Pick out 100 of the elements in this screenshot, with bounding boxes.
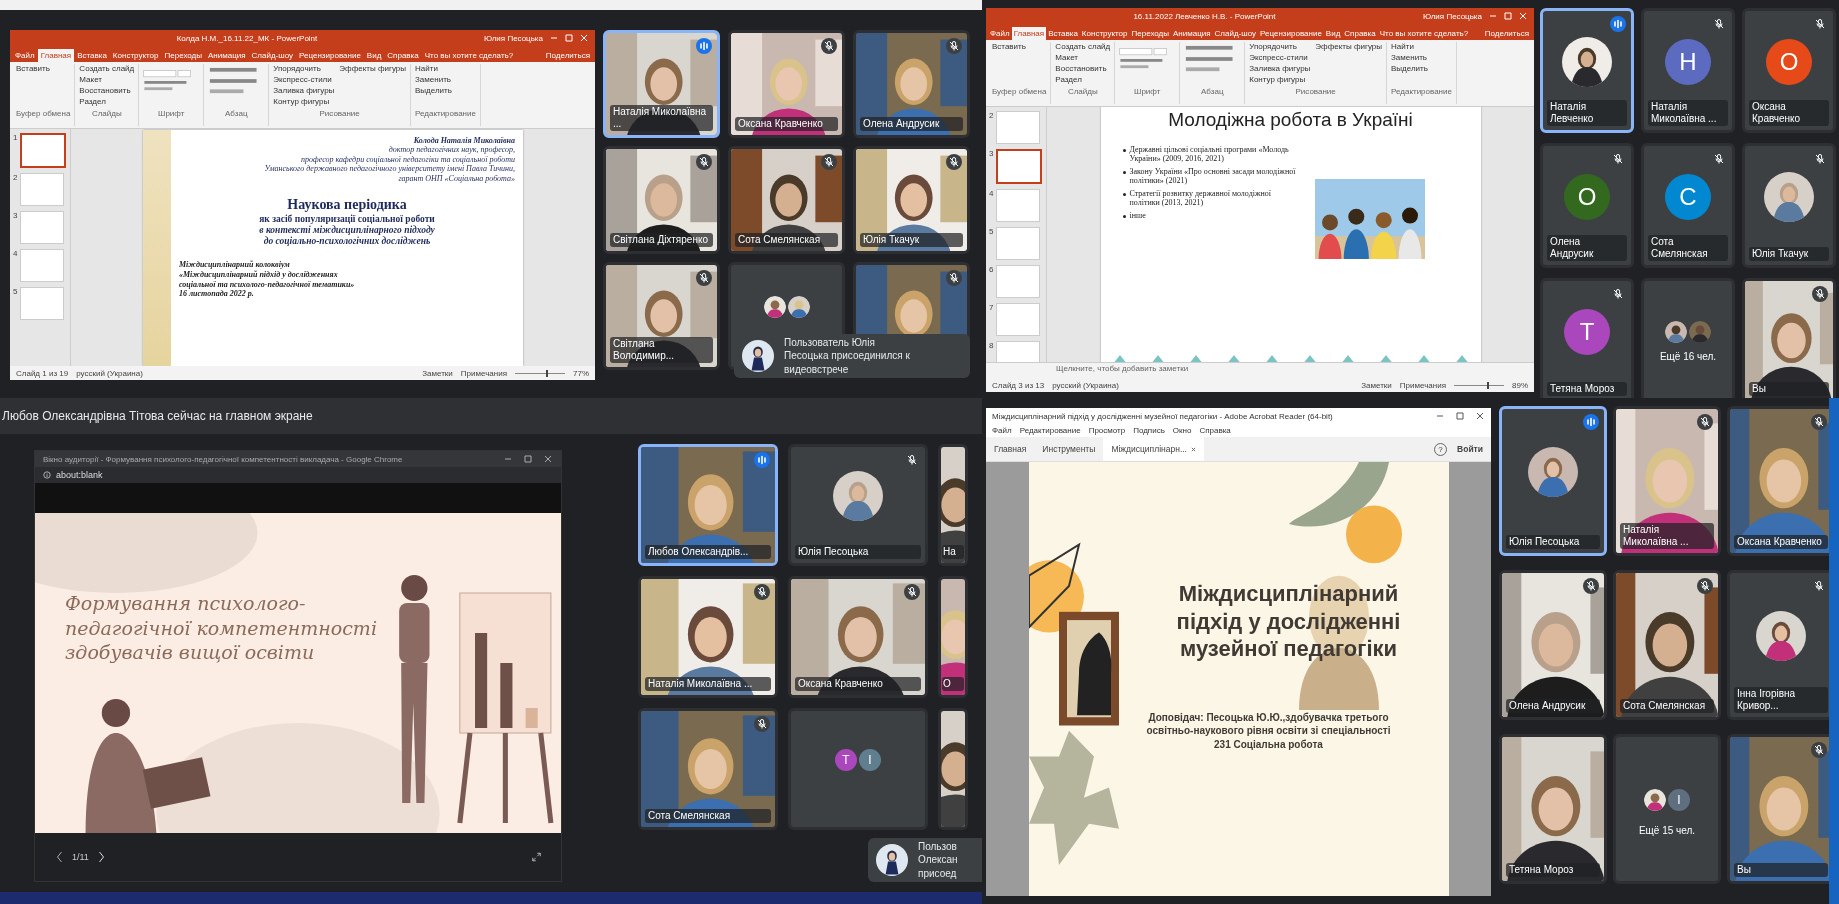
ribbon-button[interactable]: Экспресс-стили (1249, 53, 1311, 63)
participant-tile[interactable]: I Ещё 15 чел. (1613, 734, 1721, 884)
ribbon-button[interactable]: Макет (1055, 53, 1111, 63)
participant-tile[interactable]: Олена Андрусик (1499, 570, 1607, 720)
ribbon-button[interactable]: Восстановить (1055, 64, 1111, 74)
next-icon[interactable] (96, 851, 106, 863)
participant-tile[interactable]: Н Наталія Миколаївна ... (1641, 8, 1735, 133)
ribbon-tab[interactable]: Конструктор (1079, 27, 1130, 40)
ribbon-tab[interactable]: Слайд-шоу (248, 49, 297, 62)
window-controls-icon[interactable] (503, 455, 553, 463)
ribbon-tab[interactable]: Конструктор (109, 49, 162, 62)
ribbon-tab[interactable]: Переходы (1129, 27, 1171, 40)
slide-thumbnail[interactable] (996, 149, 1043, 184)
menu-item[interactable]: Просмотр (1088, 426, 1126, 435)
ribbon-button[interactable]: Выделить (415, 86, 452, 96)
participant-tile[interactable]: Оксана Кравченко (788, 576, 928, 698)
search-field[interactable]: Что вы хотите сделать? (421, 49, 517, 62)
ribbon-button[interactable]: Контур фигуры (273, 97, 335, 107)
ribbon-button[interactable]: Макет (79, 75, 135, 85)
search-field[interactable]: Что вы хотите сделать? (1377, 27, 1471, 40)
participant-tile[interactable]: Наталія Миколаївна ... (1613, 406, 1721, 556)
menu-item[interactable]: Файл (992, 426, 1012, 435)
participant-tile[interactable]: Т Тетяна Мороз (1540, 278, 1634, 398)
participant-tile[interactable]: Наталія Левченко (1540, 8, 1634, 133)
comments-button[interactable]: Примечания (460, 368, 507, 378)
document-tab[interactable]: Инструменты (1034, 437, 1104, 461)
ribbon-tab[interactable]: Рецензирование (296, 49, 364, 62)
participant-tile[interactable]: О Олена Андрусик (1540, 143, 1634, 268)
ribbon-tab[interactable]: Главная (37, 49, 75, 62)
address-bar[interactable]: about:blank (35, 467, 561, 483)
participant-tile[interactable]: На (938, 444, 968, 566)
menu-item[interactable]: Справка (1199, 426, 1231, 435)
close-icon[interactable] (1191, 446, 1196, 452)
ribbon-button[interactable]: Вставить (16, 64, 50, 74)
participant-tile[interactable]: Ещё 16 чел. (1641, 278, 1735, 398)
participant-tile[interactable]: О (938, 576, 968, 698)
participant-tile[interactable]: Світлана Діхтяренко (603, 146, 720, 254)
participant-tile[interactable]: Наталія Миколаївна ... (603, 30, 720, 138)
ribbon-button[interactable]: Выделить (1391, 64, 1428, 74)
slide-thumbnail[interactable] (20, 133, 67, 168)
share-button[interactable]: Поделиться (542, 49, 593, 62)
ribbon-tab[interactable]: Справка (384, 49, 422, 62)
ribbon-button[interactable]: Заливка фигуры (273, 86, 335, 96)
menu-item[interactable]: Редактирование (1019, 426, 1081, 435)
ribbon-button[interactable]: Экспресс-стили (273, 75, 335, 85)
participant-tile[interactable]: Юлія Ткачук (853, 146, 970, 254)
share-button[interactable]: Поделиться (1481, 27, 1532, 40)
ribbon-button[interactable]: Эффекты фигуры (339, 64, 406, 74)
ribbon-tab[interactable]: Вид (1323, 27, 1343, 40)
participant-tile[interactable]: Оксана Кравченко (728, 30, 845, 138)
participant-tile[interactable]: Юлія Ткачук (1742, 143, 1836, 268)
participant-tile[interactable]: Юлія Песоцька (788, 444, 928, 566)
participant-tile[interactable]: Інна Ігорівна Кривор... (1727, 570, 1829, 720)
ribbon-button[interactable]: Создать слайд (1055, 42, 1111, 52)
participant-tile[interactable]: T I (788, 708, 928, 830)
ribbon-tab[interactable]: Вставка (1046, 27, 1080, 40)
comments-button[interactable]: Примечания (1399, 380, 1446, 390)
sign-in-button[interactable]: Войти (1457, 444, 1491, 454)
participant-tile[interactable]: Олена Андрусик (853, 30, 970, 138)
participant-tile[interactable]: Тетяна Мороз (1499, 734, 1607, 884)
notes-button[interactable]: Заметки (422, 368, 453, 378)
participant-tile[interactable]: Сота Смелянская (1613, 570, 1721, 720)
participant-tile[interactable]: Світлана Володимир... (603, 262, 720, 370)
participant-tile[interactable]: Юлія Песоцька (1499, 406, 1607, 556)
participant-tile[interactable]: Сота Смелянская (728, 146, 845, 254)
ribbon-tab[interactable]: Справка (1342, 27, 1378, 40)
ribbon-tab[interactable]: Рецензирование (1258, 27, 1324, 40)
participant-tile[interactable]: Любов Олександрів... (638, 444, 778, 566)
ribbon-tab[interactable]: Файл (988, 27, 1012, 40)
ribbon-button[interactable]: Эффекты фигуры (1315, 42, 1382, 52)
participant-tile[interactable]: Вы (1742, 278, 1836, 398)
participant-tile[interactable]: С Сота Смелянская (1641, 143, 1735, 268)
ribbon-button[interactable]: Раздел (1055, 75, 1111, 85)
ribbon-button[interactable]: Заливка фигуры (1249, 64, 1311, 74)
previous-icon[interactable] (55, 851, 64, 863)
ribbon-tab[interactable]: Слайд-шоу (1212, 27, 1259, 40)
participant-tile[interactable]: Оксана Кравченко (1727, 406, 1829, 556)
ribbon-button[interactable]: Раздел (79, 97, 135, 107)
participant-tile[interactable]: Сота Смелянская (638, 708, 778, 830)
menu-item[interactable]: Окно (1172, 426, 1192, 435)
ribbon-button[interactable]: Заменить (1391, 53, 1428, 63)
window-controls-icon[interactable] (1435, 412, 1485, 420)
participant-tile[interactable]: О Оксана Кравченко (1742, 8, 1836, 133)
ribbon-button[interactable]: Упорядочить (1249, 42, 1311, 52)
fullscreen-icon[interactable] (532, 851, 541, 863)
ribbon-button[interactable]: Найти (415, 64, 452, 74)
ribbon-button[interactable]: Создать слайд (79, 64, 135, 74)
ribbon-tab[interactable]: Главная (1011, 27, 1047, 40)
notes-field[interactable]: Щелкните, чтобы добавить заметки (986, 362, 1534, 378)
document-tab[interactable]: Главная (986, 437, 1035, 461)
ribbon-button[interactable]: Упорядочить (273, 64, 335, 74)
ribbon-button[interactable]: Найти (1391, 42, 1428, 52)
ribbon-tab[interactable]: Файл (12, 49, 38, 62)
ribbon-button[interactable]: Восстановить (79, 86, 135, 96)
participant-tile[interactable]: Наталія Миколаївна ... (638, 576, 778, 698)
ribbon-tab[interactable]: Анимация (1171, 27, 1213, 40)
ribbon-button[interactable]: Контур фигуры (1249, 75, 1311, 85)
menu-item[interactable]: Подпись (1133, 426, 1165, 435)
ribbon-tab[interactable]: Вставка (74, 49, 110, 62)
ribbon-tab[interactable]: Анимация (205, 49, 249, 62)
